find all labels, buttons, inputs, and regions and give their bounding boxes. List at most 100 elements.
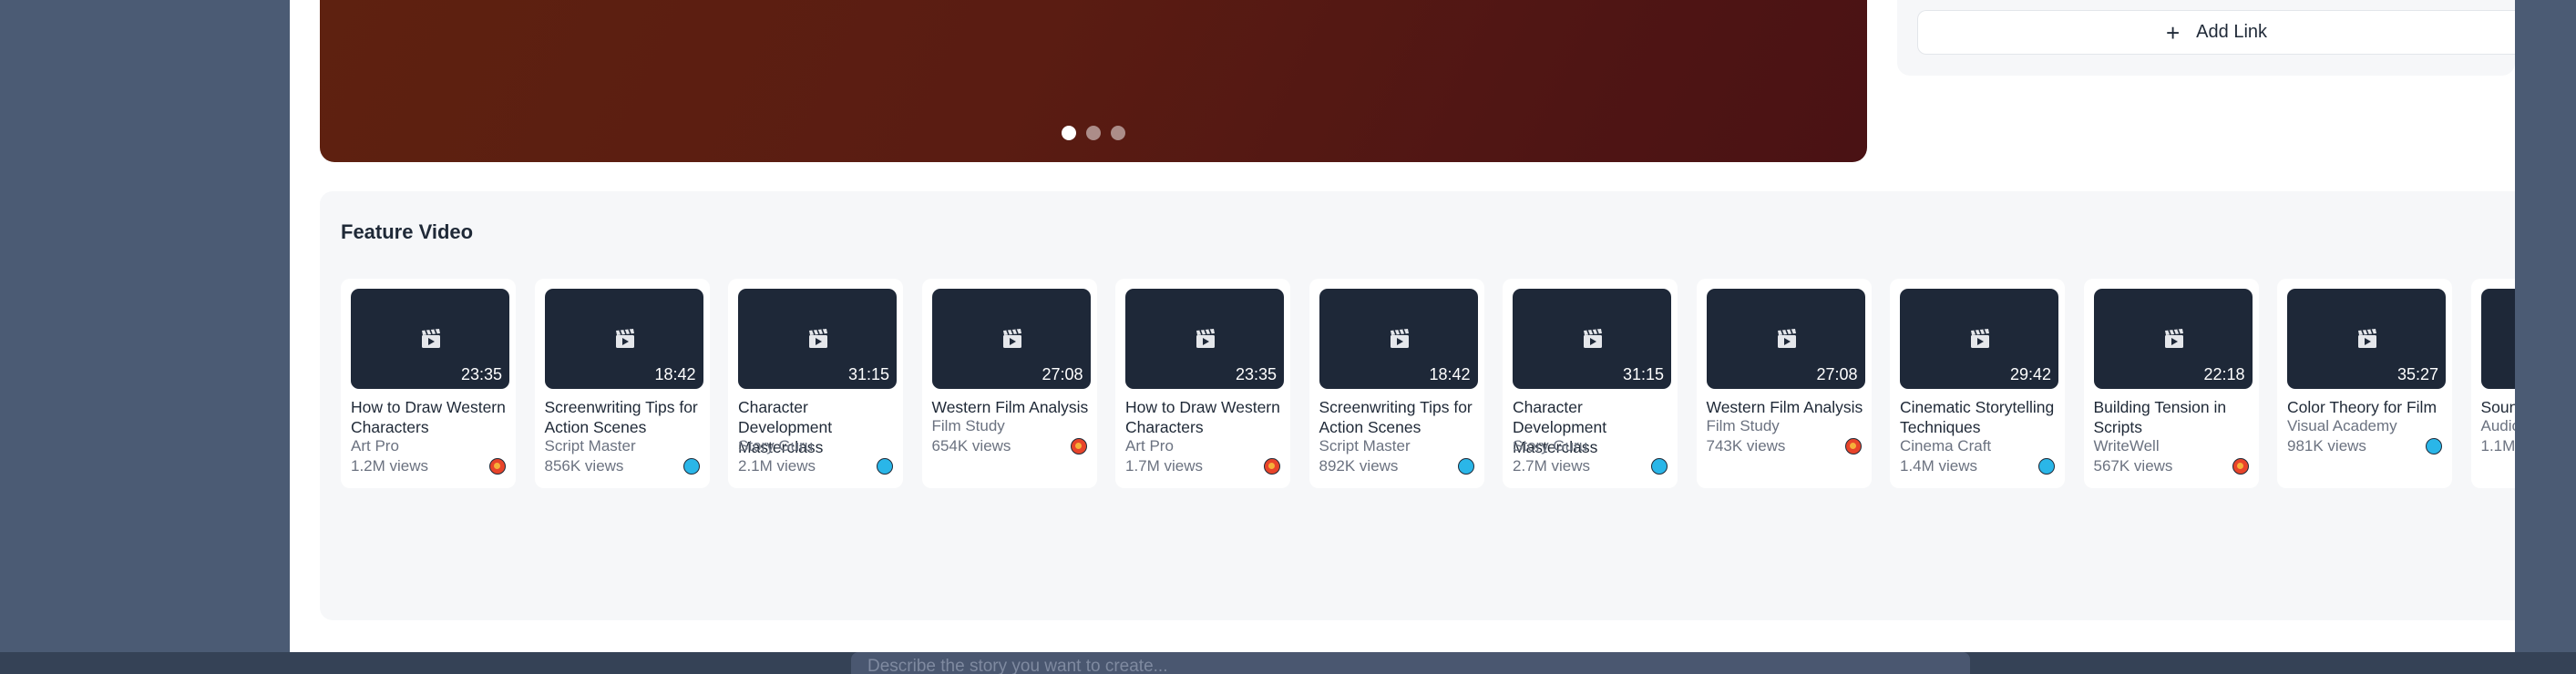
video-thumbnail[interactable]: 18:42 [544,289,703,389]
story-prompt-input[interactable] [851,652,1970,674]
channel-name[interactable]: Script Master [1319,437,1411,455]
view-count: 981K views [2287,437,2366,454]
channel-name[interactable]: Art Pro [351,437,399,455]
video-card[interactable]: 23:35 How to Draw Western Characters Art… [341,279,516,488]
video-title[interactable]: Screenwriting Tips for Action Scenes [545,397,709,437]
feature-video-section: Feature Video 23:35 How to Draw Western … [320,191,2515,620]
video-card[interactable]: 29:42 Cinematic Storytelling Techniques … [1890,279,2065,488]
video-title[interactable]: Building Tension in Scripts [2094,397,2258,437]
channel-name[interactable]: Art Pro [1125,437,1174,455]
platform-icon [1844,438,1862,454]
view-count: 2.7M views [1513,457,1591,475]
views-row: 654K views [932,437,1087,455]
video-card[interactable]: 18:42 Screenwriting Tips for Action Scen… [1309,279,1484,488]
video-thumbnail[interactable]: 31:15 [1513,289,1671,389]
channel-name[interactable]: Visual Academy [2287,417,2397,435]
video-duration: 27:08 [1042,365,1083,383]
view-count: 1.2M views [351,457,429,475]
clapper-icon [809,329,827,348]
carousel-dot-2[interactable] [1086,126,1101,140]
views-row: 892K views [1319,457,1474,475]
views-row: 981K views [2287,437,2442,455]
video-card[interactable]: 27:08 Western Film Analysis Film Study 6… [921,279,1097,488]
clapper-icon [1971,329,1989,348]
platform-icon [1070,438,1087,454]
video-thumbnail[interactable]: 23:35 [1125,289,1284,389]
video-card[interactable]: 31:15 Character Development Masterclass … [1503,279,1678,488]
video-title[interactable]: How to Draw Western Characters [351,397,515,437]
video-thumbnail[interactable]: 35:27 [2287,289,2446,389]
clapper-icon [1777,329,1796,348]
views-row: 1.1M [2481,437,2516,455]
video-duration: 22:18 [2203,365,2245,383]
video-card[interactable]: 23:35 How to Draw Western Characters Art… [1115,279,1290,488]
carousel-dots [320,126,1867,140]
platform-icon [1457,458,1474,475]
clapper-icon [1584,329,1602,348]
view-count: 2.1M views [738,457,816,475]
video-thumbnail[interactable]: 18:42 [1319,289,1478,389]
video-title[interactable]: Color Theory for Film [2287,397,2451,417]
video-carousel[interactable]: 23:35 How to Draw Western Characters Art… [341,279,2515,501]
view-count: 654K views [931,437,1011,454]
platform-icon [2426,438,2442,454]
channel-name[interactable]: Film Study [932,417,1005,435]
video-card[interactable]: 31:15 Character Development Masterclass … [728,279,903,488]
channel-name[interactable]: Story Guru [738,437,813,455]
video-duration: 35:27 [2396,365,2438,383]
video-card[interactable]: 35:27 Color Theory for Film Visual Acade… [2277,279,2452,488]
clapper-icon [2164,329,2183,348]
views-row: 2.1M views [738,457,893,475]
carousel-dot-3[interactable] [1111,126,1125,140]
video-thumbnail[interactable]: 27:08 [1706,289,1865,389]
view-count: 1.4M views [1900,457,1978,475]
video-duration: 29:42 [2009,365,2051,383]
carousel-dot-1[interactable] [1062,126,1076,140]
channel-name[interactable]: WriteWell [2094,437,2160,455]
video-duration: 27:08 [1816,365,1858,383]
hero-banner[interactable] [320,0,1867,162]
video-thumbnail[interactable]: 29:42 [1900,289,2058,389]
channel-name[interactable]: Audio [2481,417,2516,435]
views-row: 567K views [2094,457,2249,475]
plus-icon: + [2165,18,2181,46]
platform-icon [1264,458,1280,475]
view-count: 743K views [1706,437,1786,454]
video-card[interactable]: 22:18 Building Tension in Scripts WriteW… [2083,279,2259,488]
views-row: 1.7M views [1125,457,1280,475]
channel-name[interactable]: Film Study [1707,417,1780,435]
video-title[interactable]: Western Film Analysis [1707,397,1871,417]
clapper-icon [615,329,634,348]
video-duration: 31:15 [1622,365,1664,383]
views-row: 1.2M views [351,457,506,475]
video-title[interactable]: Sound Fund [2481,397,2516,417]
section-title: Feature Video [341,220,474,243]
channel-name[interactable]: Cinema Craft [1900,437,1991,455]
add-link-button[interactable]: + Add Link [1917,10,2515,55]
video-card[interactable]: 18:42 Screenwriting Tips for Action Scen… [534,279,710,488]
video-card[interactable]: 27:08 Western Film Analysis Film Study 7… [1696,279,1872,488]
video-title[interactable]: Screenwriting Tips for Action Scenes [1319,397,1483,437]
views-row: 856K views [545,457,700,475]
video-thumbnail[interactable]: 23:35 [351,289,509,389]
video-title[interactable]: How to Draw Western Characters [1125,397,1289,437]
video-thumbnail[interactable]: 31:15 [738,289,897,389]
video-duration: 18:42 [1429,365,1471,383]
video-title[interactable]: Cinematic Storytelling Techniques [1900,397,2064,437]
links-card: + Add Link [1897,0,2515,76]
view-count: 567K views [2093,457,2173,475]
video-thumbnail[interactable] [2480,289,2515,389]
views-row: 1.4M views [1900,457,2055,475]
clapper-icon [1002,329,1021,348]
video-card[interactable]: Sound Fund Audio 1.1M [2470,279,2516,488]
video-title[interactable]: Western Film Analysis [932,397,1096,417]
video-thumbnail[interactable]: 22:18 [2093,289,2253,389]
channel-name[interactable]: Script Master [545,437,636,455]
view-count: 1.1M [2480,437,2516,454]
view-count: 856K views [544,457,624,475]
platform-icon [489,458,506,475]
channel-name[interactable]: Story Guru [1513,437,1587,455]
platform-icon [877,458,893,475]
video-thumbnail[interactable]: 27:08 [931,289,1091,389]
platform-icon [682,458,700,475]
